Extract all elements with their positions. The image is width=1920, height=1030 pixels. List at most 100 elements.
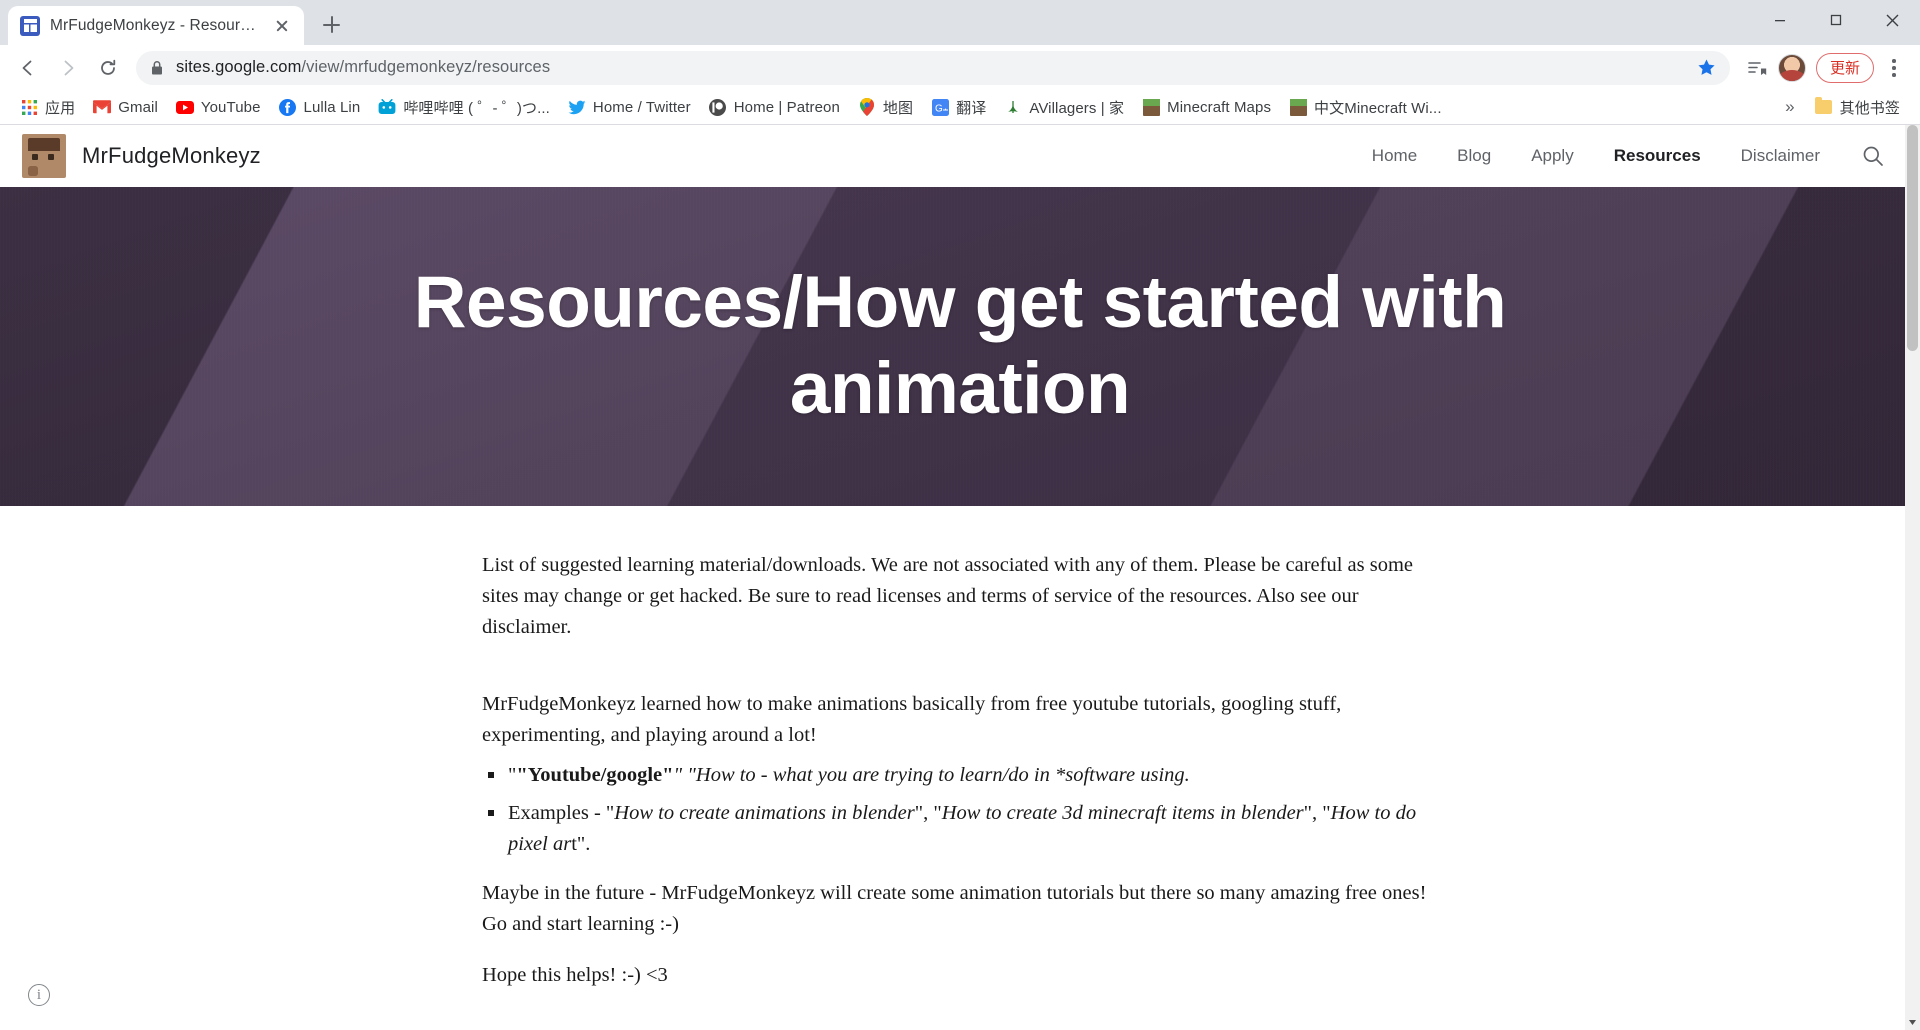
bookmark-label: 哔哩哔哩 ( ゜- ゜)つ... [403, 99, 550, 117]
bookmark-maps[interactable]: 地图 [850, 93, 921, 122]
bookmark-label: AVillagers | 家 [1029, 99, 1125, 117]
site-header: MrFudgeMonkeyz Home Blog Apply Resources… [0, 124, 1920, 187]
search-icon[interactable] [1840, 135, 1898, 177]
bookmark-label: Home | Patreon [733, 98, 840, 116]
bilibili-icon [378, 98, 396, 116]
article-body: List of suggested learning material/down… [0, 506, 1920, 1030]
page-title: Resources/How get started with animation [413, 262, 1507, 430]
site-logo[interactable] [22, 133, 66, 178]
paragraph-3: Hope this helps! :-) <3 [482, 964, 668, 987]
bullet-2-sep-2: ", " [1303, 802, 1331, 825]
bookmarks-overflow-button[interactable]: » [1775, 97, 1804, 117]
info-icon[interactable]: i [28, 984, 50, 1006]
browser-window: MrFudgeMonkeyz - Resources sites.google.… [0, 0, 1920, 1030]
nav-item-disclaimer[interactable]: Disclaimer [1721, 136, 1840, 176]
site-navigation: Home Blog Apply Resources Disclaimer [1352, 135, 1898, 177]
bookmark-minecraft-wiki[interactable]: 中文Minecraft Wi... [1281, 93, 1450, 122]
youtube-icon [175, 98, 194, 116]
bookmark-label: Gmail [118, 98, 158, 116]
nav-item-blog[interactable]: Blog [1437, 136, 1511, 176]
three-dot-menu-icon[interactable] [1878, 50, 1910, 86]
avillagers-icon [1004, 98, 1022, 116]
bookmark-label: 中文Minecraft Wi... [1314, 99, 1442, 117]
browser-tab[interactable]: MrFudgeMonkeyz - Resources [8, 6, 304, 45]
url-domain: sites.google.com [176, 58, 302, 77]
apps-grid-icon [20, 98, 38, 116]
page-viewport: MrFudgeMonkeyz Home Blog Apply Resources… [0, 124, 1920, 1030]
bullet-2-example-1: How to create animations in blender [614, 802, 915, 825]
paragraph-1: MrFudgeMonkeyz learned how to make anima… [482, 693, 1342, 747]
bookmark-label: Minecraft Maps [1167, 98, 1272, 116]
bullet-1-italic: " "How to - what you are trying to learn… [673, 763, 1190, 786]
bullet-2-sep-1: ", " [914, 802, 942, 825]
bookmark-label: 地图 [882, 99, 914, 117]
new-tab-button[interactable] [314, 8, 348, 42]
forward-arrow-icon[interactable] [50, 50, 86, 86]
close-icon[interactable] [1864, 0, 1920, 40]
bookmark-lulla-lin[interactable]: Lulla Lin [271, 94, 369, 120]
bookmark-label: Home / Twitter [592, 98, 691, 116]
facebook-icon [279, 98, 297, 116]
reload-icon[interactable] [90, 50, 126, 86]
scrollbar-thumb[interactable] [1907, 124, 1918, 351]
sites-icon [20, 15, 40, 36]
bullet-1-bold: "Youtube/google" [516, 763, 674, 786]
bookmark-patreon[interactable]: Home | Patreon [701, 94, 848, 120]
other-bookmarks-button[interactable]: 其他书签 [1807, 93, 1908, 122]
hero-banner: Resources/How get started with animation [0, 186, 1920, 506]
other-bookmarks-label: 其他书签 [1839, 99, 1900, 117]
bookmark-minecraft-maps[interactable]: Minecraft Maps [1134, 94, 1279, 120]
nav-item-resources[interactable]: Resources [1594, 136, 1721, 176]
minecraft-grass-icon [1289, 98, 1307, 116]
patreon-icon [709, 98, 727, 116]
lock-icon [150, 60, 164, 76]
tab-strip: MrFudgeMonkeyz - Resources [0, 0, 1920, 45]
scroll-down-icon[interactable] [1905, 1015, 1920, 1030]
bullet-2-lead: Examples - " [508, 802, 615, 825]
bullet-2-tail: t". [571, 833, 591, 856]
bullet-2-example-2: How to create 3d minecraft items in blen… [941, 802, 1304, 825]
bookmark-star-icon[interactable] [1697, 58, 1716, 77]
minecraft-grass-icon [1142, 98, 1160, 116]
bookmark-apps[interactable]: 应用 [12, 93, 83, 122]
paragraph-2: Maybe in the future - MrFudgeMonkeyz wil… [482, 881, 1427, 935]
reading-list-icon[interactable] [1740, 51, 1774, 85]
resource-list: ""Youtube/google"" "How to - what you ar… [482, 760, 1438, 860]
url-path: /view/mrfudgemonkeyz/resources [301, 58, 551, 77]
tab-title: MrFudgeMonkeyz - Resources [50, 16, 262, 34]
bookmark-youtube[interactable]: YouTube [168, 94, 269, 120]
bookmark-bilibili[interactable]: 哔哩哔哩 ( ゜- ゜)つ... [370, 93, 558, 122]
svg-text:G: G [935, 103, 943, 114]
window-controls [1752, 0, 1920, 45]
bookmark-avillagers[interactable]: AVillagers | 家 [996, 93, 1132, 122]
minimize-icon[interactable] [1752, 0, 1808, 40]
address-bar-text: sites.google.com/view/mrfudgemonkeyz/res… [176, 58, 550, 77]
intro-paragraph: List of suggested learning material/down… [482, 553, 1414, 639]
update-button[interactable]: 更新 [1815, 52, 1874, 83]
profile-avatar[interactable] [1777, 53, 1806, 82]
bookmark-label: YouTube [200, 98, 261, 116]
list-item: ""Youtube/google"" "How to - what you ar… [482, 760, 1438, 791]
nav-item-apply[interactable]: Apply [1511, 136, 1594, 176]
bookmark-translate[interactable]: G 翻译 [923, 93, 994, 122]
close-icon[interactable] [272, 16, 292, 36]
twitter-icon [568, 98, 586, 116]
nav-item-home[interactable]: Home [1352, 136, 1437, 176]
bookmark-label: 翻译 [956, 99, 987, 117]
maximize-icon[interactable] [1808, 0, 1864, 40]
bookmark-label: Lulla Lin [303, 98, 361, 116]
bookmark-gmail[interactable]: Gmail [85, 94, 166, 120]
google-maps-icon [858, 98, 876, 117]
address-bar[interactable]: sites.google.com/view/mrfudgemonkeyz/res… [136, 50, 1730, 85]
google-translate-icon: G [931, 98, 949, 116]
list-item: Examples - "How to create animations in … [482, 798, 1438, 860]
folder-icon [1815, 97, 1833, 116]
gmail-icon [93, 98, 112, 116]
browser-toolbar: sites.google.com/view/mrfudgemonkeyz/res… [0, 45, 1920, 91]
back-arrow-icon[interactable] [10, 50, 46, 86]
bookmark-label: 应用 [45, 99, 76, 117]
page-scrollbar[interactable] [1905, 124, 1920, 1030]
bookmarks-bar: 应用 Gmail YouTube Lulla Lin 哔哩哔哩 ( ゜- ゜)つ [0, 90, 1920, 125]
site-title[interactable]: MrFudgeMonkeyz [82, 143, 261, 169]
bookmark-twitter[interactable]: Home / Twitter [560, 94, 699, 120]
